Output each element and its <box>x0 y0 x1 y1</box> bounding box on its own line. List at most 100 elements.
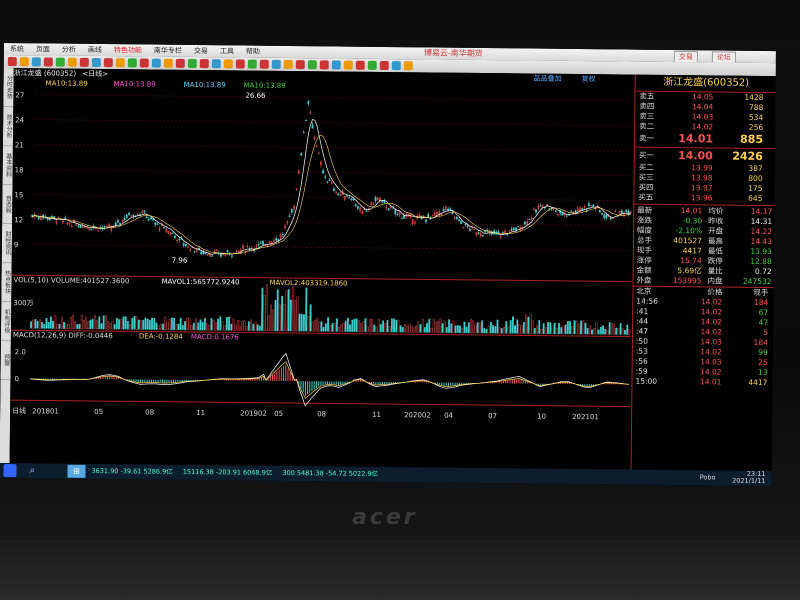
search-icon[interactable]: ⌕ <box>29 464 42 477</box>
bid-book: 买一 14.00 2426 买二 13.99 387 买三 13.98 800 买四 13.97 17… <box>634 149 776 204</box>
volume-bar <box>252 323 255 331</box>
side-tab[interactable]: 财经资讯 <box>1 223 13 264</box>
volume-bar <box>558 323 560 335</box>
menu-help[interactable]: 帮助 <box>240 45 266 57</box>
toolbar-tool-icon[interactable] <box>379 60 389 71</box>
toolbar-tool-icon[interactable] <box>259 59 269 69</box>
toolbar-tool-icon[interactable] <box>43 57 53 67</box>
menu-features[interactable]: 特色功能 <box>108 44 148 56</box>
windows-start-icon[interactable] <box>3 464 17 478</box>
volume-bar <box>604 328 607 335</box>
toolbar-tool-icon[interactable] <box>91 57 101 68</box>
toolbar-tool-icon[interactable] <box>307 60 317 70</box>
toolbar-tool-icon[interactable] <box>163 58 173 68</box>
volume-bar <box>104 315 107 330</box>
volume-bar <box>49 316 52 329</box>
toolbar-tool-icon[interactable] <box>127 58 137 68</box>
toolbar-tool-icon[interactable] <box>199 59 209 69</box>
menu-trade[interactable]: 交易 <box>188 45 214 57</box>
app-taskbar-icon[interactable]: ⊞ <box>67 464 86 478</box>
toolbar-tool-icon[interactable] <box>175 58 185 68</box>
toolbar-tool-icon[interactable] <box>367 60 377 70</box>
toolbar-tool-icon[interactable] <box>331 60 341 70</box>
toolbar-tool-icon[interactable] <box>19 57 29 67</box>
tick-list[interactable]: 14:56 14.02 184:41 14.02 67:44 14.02 47:47 14.0… <box>632 297 774 388</box>
side-tab[interactable]: 自选股 <box>2 184 13 225</box>
toolbar-tool-icon[interactable] <box>187 58 197 69</box>
volume-bar <box>274 299 277 332</box>
menu-system[interactable]: 系统 <box>4 43 30 55</box>
volume-bar <box>373 324 376 333</box>
bids-row[interactable]: 买五 13.96 645 <box>634 193 775 204</box>
toolbar-tool-icon[interactable] <box>223 59 233 69</box>
asks-price: 14.01 <box>678 132 714 146</box>
bids-row[interactable]: 买一 14.00 2426 <box>635 149 776 164</box>
menu-analysis[interactable]: 分析 <box>56 44 82 56</box>
toolbar-tool-icon[interactable] <box>295 60 305 70</box>
volume-bar <box>582 320 585 335</box>
menu-draw[interactable]: 画线 <box>82 44 108 56</box>
volume-bar <box>588 325 591 335</box>
toolbar-tool-icon[interactable] <box>115 58 125 68</box>
system-clock[interactable]: 23:11 2021/1/11 <box>732 470 765 485</box>
volume-bar <box>615 327 618 335</box>
candle-body <box>427 213 430 218</box>
toolbar-tool-icon[interactable] <box>319 60 329 70</box>
side-tab[interactable]: 机构评级 <box>0 301 12 342</box>
acer-logo: acer <box>352 505 418 530</box>
toolbar-tool-icon[interactable] <box>343 60 353 70</box>
toolbar-tool-icon[interactable] <box>103 58 113 68</box>
tick-row[interactable]: 15:00 14.01 4417 <box>632 377 773 388</box>
side-tab[interactable]: 基本资料 <box>2 145 13 186</box>
volume-bar <box>291 286 295 332</box>
candle-body <box>119 222 122 225</box>
kline-chart-panel[interactable]: 浙江龙盛 (600352) <日线> 品品叠加 复权 27 24 21 18 15 12 9… <box>9 68 634 470</box>
toolbar-tool-icon[interactable] <box>355 60 365 70</box>
volume-bar <box>595 321 598 335</box>
ma10-line <box>32 134 631 255</box>
side-tab[interactable]: 技术分析 <box>2 106 14 147</box>
volume-bar <box>542 323 545 334</box>
toolbar-tool-icon[interactable] <box>31 57 41 67</box>
toolbar-tool-icon[interactable] <box>391 61 401 71</box>
tick-price: 14.02 <box>700 327 723 337</box>
volume-bar <box>364 318 367 333</box>
stat-label: 均价 <box>708 206 724 216</box>
candle-body <box>328 179 331 182</box>
volume-bar <box>267 315 270 331</box>
volume-bar <box>401 327 404 333</box>
toolbar-tool-icon[interactable] <box>67 57 77 67</box>
adjust-link[interactable]: 复权 <box>582 74 596 84</box>
asks-row[interactable]: 卖一 14.01 885 <box>635 132 776 147</box>
laptop-base <box>0 540 800 600</box>
volume-bar <box>131 317 134 330</box>
volume-bar <box>357 320 360 332</box>
volume-bar <box>406 326 409 333</box>
candle-body <box>257 243 260 246</box>
toolbar-tool-icon[interactable] <box>7 57 17 67</box>
toolbar-tool-icon[interactable] <box>139 58 149 68</box>
side-tab[interactable]: 分时走势 <box>3 67 14 108</box>
side-tab[interactable]: 预警 <box>0 340 11 381</box>
menu-tools[interactable]: 工具 <box>214 45 240 57</box>
tray-label[interactable]: Pobo <box>700 470 716 485</box>
menu-page[interactable]: 页面 <box>30 43 56 55</box>
toolbar-tool-icon[interactable] <box>283 59 293 70</box>
stat-value: 14.01 <box>680 206 703 216</box>
toolbar-tool-icon[interactable] <box>79 57 89 67</box>
overlay-link[interactable]: 品品叠加 <box>534 74 562 84</box>
chart-canvas[interactable]: 27 24 21 18 15 12 9 MA10:13.89 MA10:13.89 MA10:13… <box>10 78 634 469</box>
toolbar-tool-icon[interactable] <box>403 61 413 71</box>
toolbar-tool-icon[interactable] <box>151 58 161 68</box>
candle-body <box>171 232 174 234</box>
toolbar-tool-icon[interactable] <box>55 57 65 67</box>
volume-bar <box>221 321 224 331</box>
toolbar-tool-icon[interactable] <box>211 59 221 69</box>
bids-price: 13.99 <box>691 163 713 173</box>
date-tick-label: 07 <box>488 412 497 420</box>
toolbar-tool-icon[interactable] <box>235 59 245 69</box>
toolbar-tool-icon[interactable] <box>271 59 281 69</box>
side-tab[interactable]: 热点板块 <box>1 262 12 303</box>
menu-nanhua[interactable]: 南华专栏 <box>148 45 188 57</box>
toolbar-tool-icon[interactable] <box>247 59 257 69</box>
